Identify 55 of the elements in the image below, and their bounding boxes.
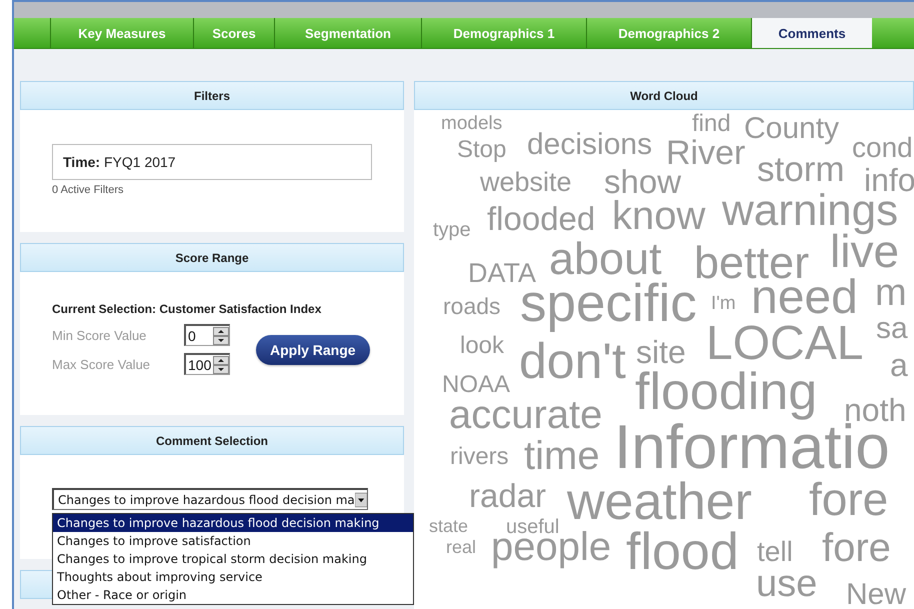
cloud-word: time: [524, 436, 600, 476]
field-label: Max Score Value: [52, 356, 152, 372]
cloud-word: find: [692, 112, 731, 136]
cloud-word: New: [846, 580, 906, 609]
cloud-word: use: [756, 565, 818, 603]
cloud-word: flooded: [487, 202, 596, 235]
cloud-word: cond: [852, 134, 913, 162]
active-filters-text: 0 Active Filters: [52, 184, 125, 196]
cloud-word: flooding: [635, 366, 818, 418]
panel-header: Score Range: [20, 243, 404, 272]
cloud-word: a: [890, 349, 908, 381]
cloud-word: LOCAL: [706, 320, 864, 368]
apply-range-button[interactable]: Apply Range: [256, 334, 370, 364]
dropdown-option[interactable]: Changes to improve hazardous flood decision making: [53, 514, 413, 532]
cloud-word: don't: [519, 336, 626, 386]
cloud-word: models: [441, 114, 502, 133]
cloud-word: type: [433, 220, 471, 240]
cloud-word: NOAA: [442, 373, 510, 397]
cloud-word: flood: [626, 526, 739, 578]
panel-header: Comment Selection: [20, 426, 404, 455]
field-label: Min Score Value: [52, 328, 148, 342]
tab[interactable]: Comments: [751, 18, 872, 48]
cloud-word: site: [636, 336, 686, 368]
cloud-word: website: [480, 169, 572, 196]
cloud-word: about: [549, 236, 662, 281]
cloud-word: m: [875, 274, 907, 312]
cloud-word: sa: [876, 314, 908, 344]
cloud-word: tell: [757, 538, 793, 566]
cloud-word: storm: [757, 152, 844, 187]
cloud-word: know: [612, 196, 706, 236]
comment-dropdown[interactable]: Changes to improve hazardous flood decision ma: [52, 488, 368, 510]
filter-field[interactable]: Time: FYQ1 2017: [52, 144, 372, 180]
cloud-word: radar: [469, 479, 546, 512]
cloud-word: decisions: [527, 130, 652, 160]
cloud-word: real: [446, 538, 476, 556]
spinner-arrows-icon: [213, 326, 229, 344]
cloud-word: accurate: [449, 395, 602, 435]
cloud-word: County: [744, 114, 840, 144]
spin-field[interactable]: 100: [184, 353, 230, 375]
cloud-word: weather: [567, 476, 752, 528]
caret-icon: [354, 490, 367, 508]
cloud-word: look: [460, 334, 504, 358]
cloud-word: fore: [809, 476, 888, 522]
cloud-word: Stop: [457, 138, 506, 162]
panel-header: Word Cloud: [414, 81, 914, 110]
panel-header: Filters: [20, 81, 404, 110]
current-selection-text: Current Selection: Customer Satisfaction Index: [52, 302, 322, 316]
cloud-word: state: [429, 517, 468, 535]
cloud-word: I'm: [711, 294, 736, 313]
spinner-arrows-icon: [213, 356, 229, 374]
cloud-word: info: [864, 164, 914, 196]
cloud-word: fore: [822, 528, 891, 568]
spin-field[interactable]: 0: [184, 324, 230, 346]
cloud-word: rivers: [450, 445, 509, 469]
cloud-word: roads: [443, 295, 501, 318]
